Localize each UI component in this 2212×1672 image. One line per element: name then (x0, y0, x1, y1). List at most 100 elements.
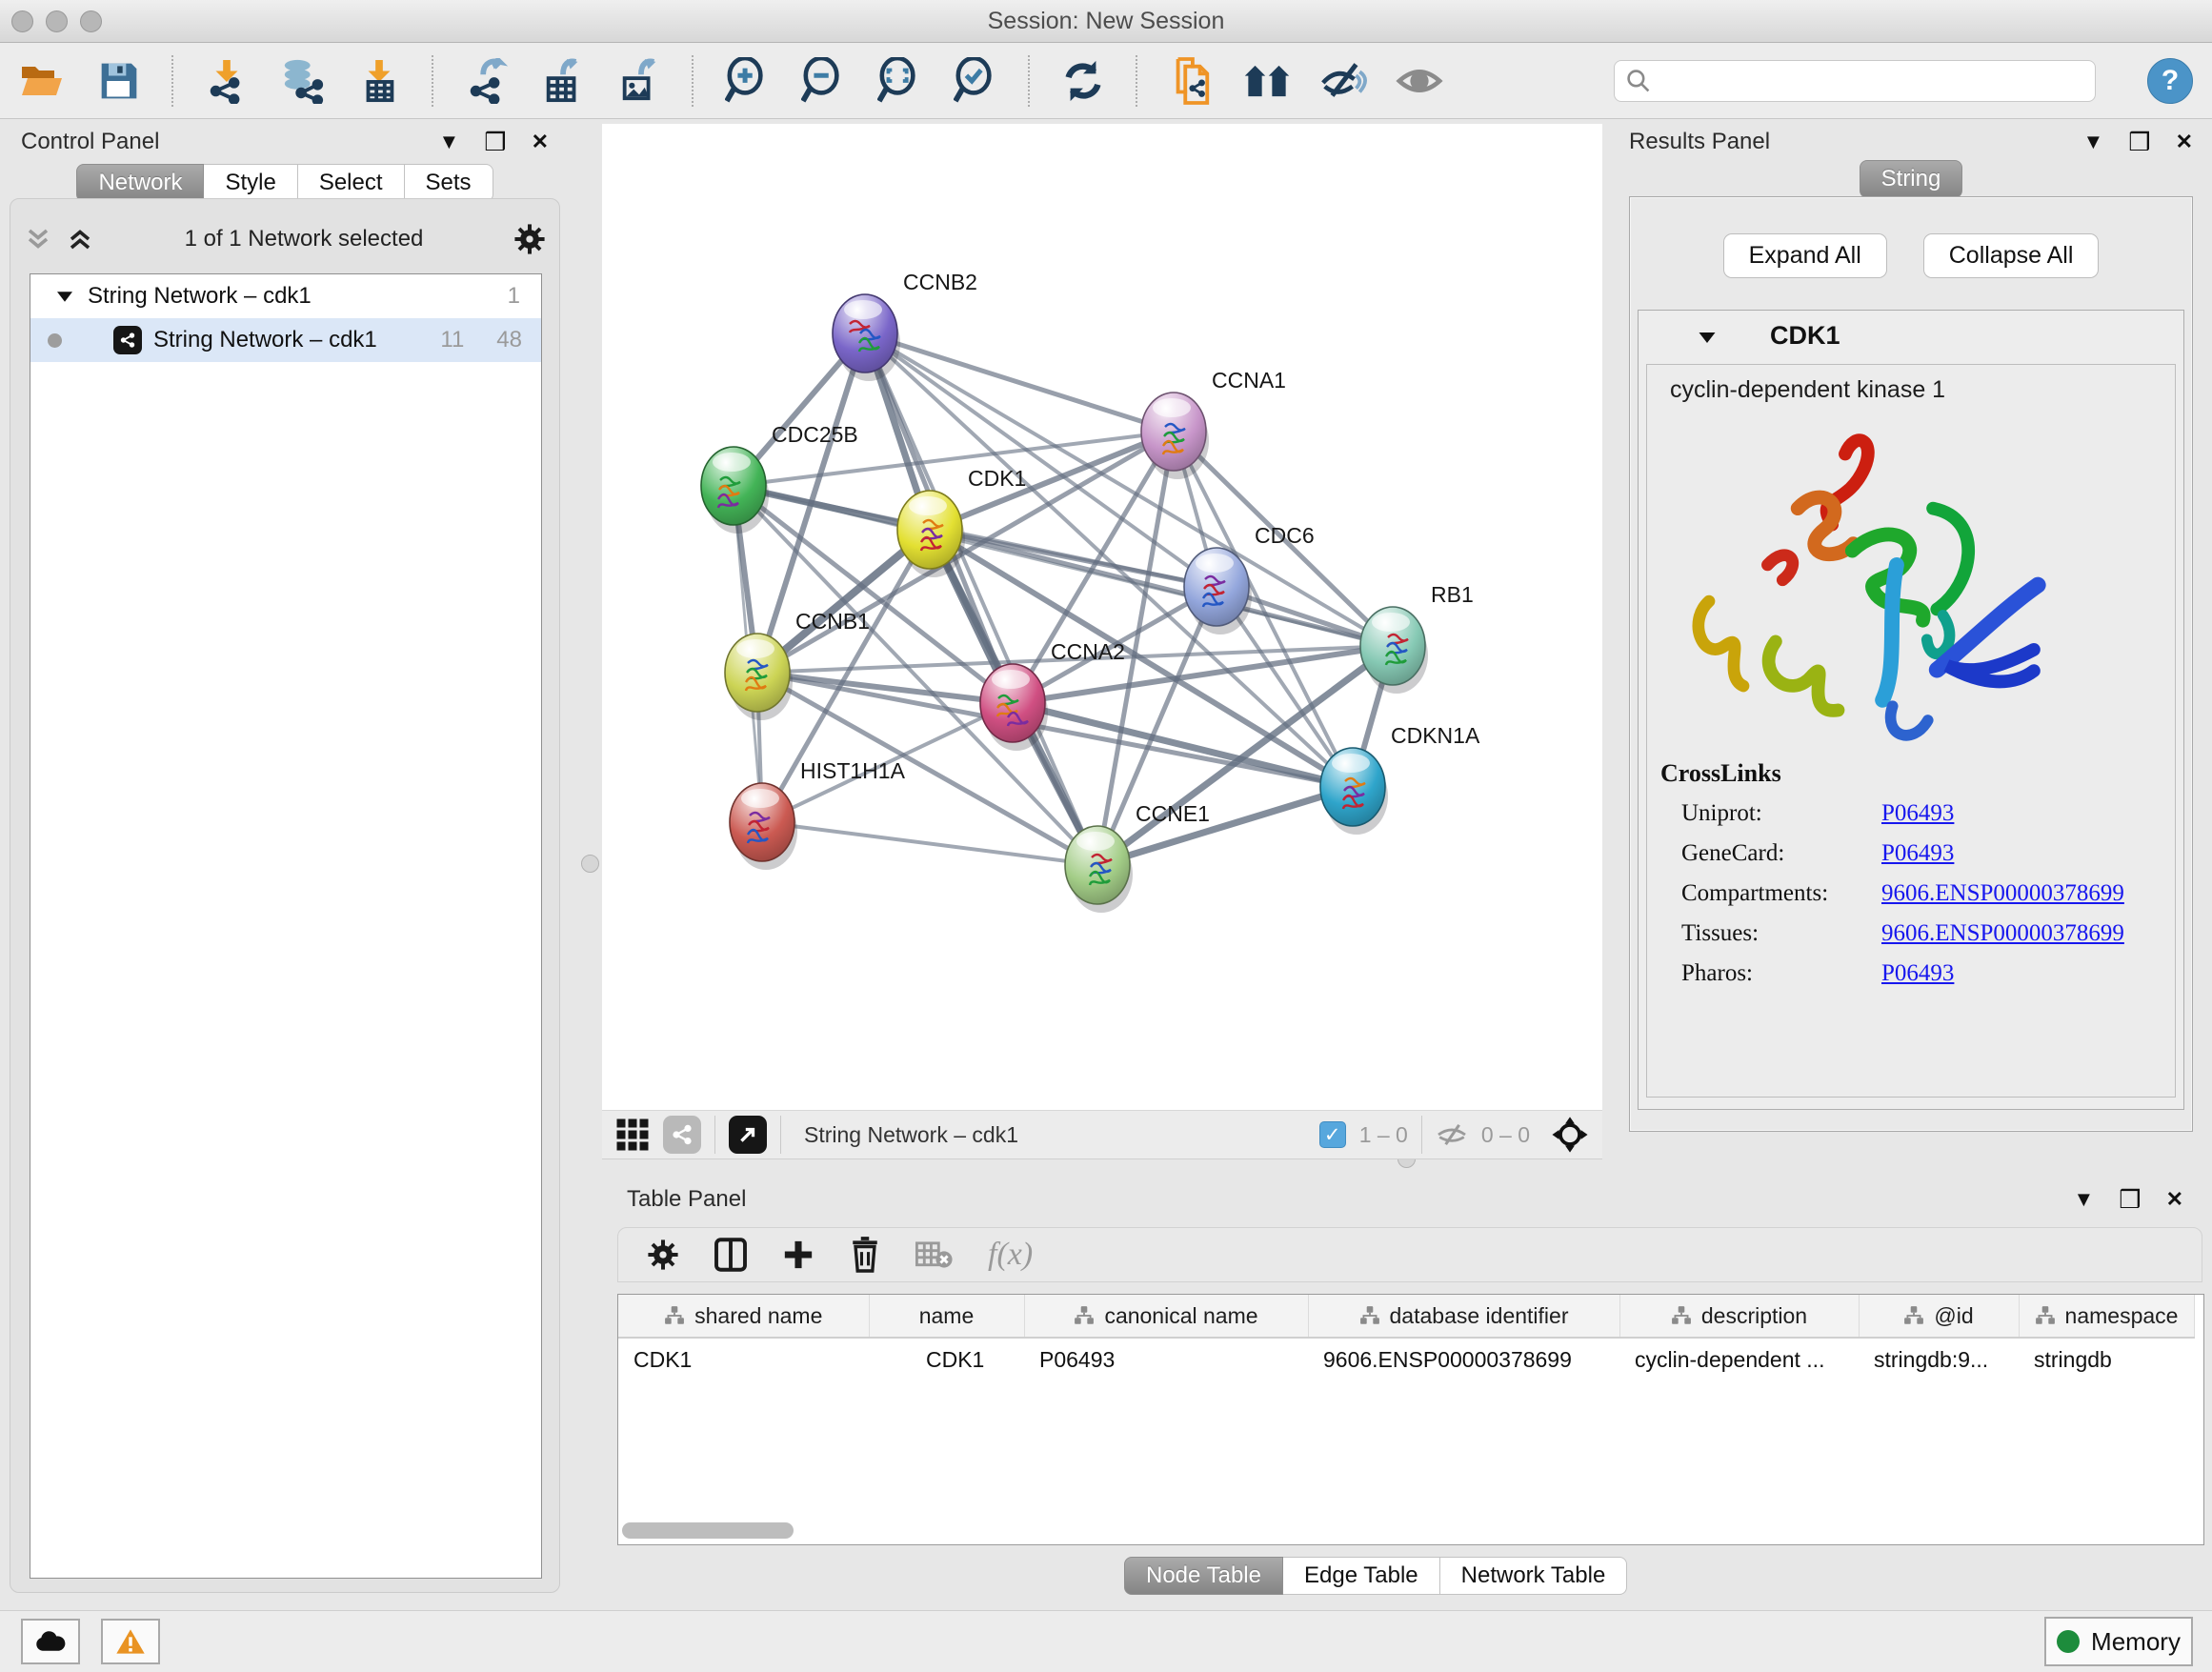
panel-close-icon[interactable]: ✕ (2166, 1189, 2183, 1210)
network-view-mode-icon[interactable] (663, 1116, 701, 1154)
expand-all-button[interactable]: Expand All (1723, 233, 1887, 278)
export-table-icon[interactable] (539, 57, 587, 105)
panel-float-icon[interactable]: ❒ (2119, 1187, 2141, 1212)
panel-menu-icon[interactable]: ▼ (438, 131, 459, 152)
tab-string[interactable]: String (1860, 160, 1963, 198)
network-canvas[interactable]: CCNB2CCNA1CDC25BCDK1CDC6RB1CCNB1CCNA2CDK… (602, 124, 1602, 1110)
export-network-icon[interactable] (463, 57, 511, 105)
cell-namespace[interactable]: stringdb (2019, 1338, 2194, 1380)
birds-eye-navigator-icon[interactable] (1551, 1116, 1589, 1154)
help-button[interactable]: ? (2147, 58, 2193, 104)
hidden-eye-icon[interactable] (1436, 1121, 1468, 1148)
column-header[interactable]: canonical name (1024, 1295, 1308, 1338)
crosslink-link[interactable]: 9606.ENSP00000378699 (1881, 880, 2124, 907)
delete-column-trash-icon[interactable] (849, 1237, 881, 1273)
grid-view-icon[interactable] (615, 1118, 650, 1152)
network-node-CDC25B[interactable]: CDC25B (701, 422, 858, 534)
tab-network[interactable]: Network (76, 164, 204, 202)
panel-menu-icon[interactable]: ▼ (2082, 131, 2103, 152)
show-columns-icon[interactable] (714, 1237, 748, 1273)
collection-expander-icon[interactable] (57, 292, 72, 301)
status-bar: Memory (0, 1610, 2212, 1672)
column-header[interactable]: name (869, 1295, 1024, 1338)
search-input[interactable] (1614, 60, 2096, 102)
panel-close-icon[interactable]: ✕ (2176, 131, 2193, 152)
refresh-view-icon[interactable] (1059, 57, 1107, 105)
crosslink-link[interactable]: P06493 (1881, 840, 1954, 867)
create-column-plus-icon[interactable] (782, 1239, 814, 1271)
network-edge-CCNE1-CDKN1A[interactable] (1097, 787, 1353, 865)
vertical-splitter-grip[interactable] (581, 855, 599, 873)
column-header[interactable]: shared name (618, 1295, 869, 1338)
panel-float-icon[interactable]: ❒ (484, 130, 506, 154)
column-header[interactable]: database identifier (1308, 1295, 1619, 1338)
table-options-gear-icon[interactable] (647, 1239, 679, 1271)
gear-icon[interactable] (513, 223, 546, 255)
cell-database-identifier[interactable]: 9606.ENSP00000378699 (1308, 1338, 1619, 1380)
eye-icon[interactable] (1396, 57, 1443, 105)
tab-style[interactable]: Style (204, 164, 297, 202)
warnings-button[interactable] (101, 1619, 160, 1664)
node-label-CCNB1: CCNB1 (795, 609, 870, 634)
column-header[interactable]: namespace (2019, 1295, 2194, 1338)
zoom-in-icon[interactable] (723, 57, 771, 105)
column-header[interactable]: @id (1859, 1295, 2019, 1338)
network-edge-CCNB2-CCNE1[interactable] (865, 333, 1097, 865)
cloud-button[interactable] (21, 1619, 80, 1664)
horizontal-scrollbar-thumb[interactable] (622, 1522, 794, 1539)
import-network-from-database-icon[interactable] (279, 57, 327, 105)
table-row[interactable]: CDK1 CDK1 P06493 9606.ENSP00000378699 cy… (618, 1338, 2194, 1380)
memory-button[interactable]: Memory (2044, 1617, 2193, 1666)
crosslink-link[interactable]: 9606.ENSP00000378699 (1881, 920, 2124, 947)
selected-checkbox-icon[interactable]: ✓ (1319, 1121, 1346, 1148)
clone-network-icon[interactable] (1167, 57, 1215, 105)
collapse-all-button[interactable]: Collapse All (1923, 233, 2100, 278)
search-input-field[interactable] (1659, 67, 2083, 95)
gene-expander-icon[interactable] (1699, 332, 1716, 342)
column-header[interactable]: description (1619, 1295, 1859, 1338)
panel-close-icon[interactable]: ✕ (532, 131, 549, 152)
panel-menu-icon[interactable]: ▼ (2073, 1189, 2094, 1210)
function-builder-icon[interactable]: f(x) (988, 1237, 1033, 1273)
network-edge-CCNB2-RB1[interactable] (865, 333, 1393, 646)
network-row-selected[interactable]: String Network – cdk1 11 48 (30, 318, 541, 362)
home-panel-icon[interactable] (1243, 57, 1291, 105)
cell-id[interactable]: stringdb:9... (1859, 1338, 2019, 1380)
network-edge-CCNE1-HIST1H1A[interactable] (762, 822, 1097, 865)
cell-description[interactable]: cyclin-dependent ... (1619, 1338, 1859, 1380)
crosslink-link[interactable]: P06493 (1881, 960, 1954, 987)
tab-edge-table[interactable]: Edge Table (1283, 1557, 1440, 1595)
network-graph[interactable]: CCNB2CCNA1CDC25BCDK1CDC6RB1CCNB1CCNA2CDK… (602, 124, 1602, 1110)
import-network-from-file-icon[interactable] (203, 57, 251, 105)
collapse-all-icon[interactable] (24, 225, 52, 253)
network-collection-row[interactable]: String Network – cdk1 1 (30, 274, 541, 318)
tab-sets[interactable]: Sets (405, 164, 493, 202)
network-node-CCNE1[interactable]: CCNE1 (1065, 801, 1210, 913)
tab-node-table[interactable]: Node Table (1124, 1557, 1283, 1595)
tab-network-table[interactable]: Network Table (1440, 1557, 1628, 1595)
import-table-from-file-icon[interactable] (355, 57, 403, 105)
crosslink-link[interactable]: P06493 (1881, 800, 1954, 827)
expand-all-icon[interactable] (66, 225, 94, 253)
cell-canonical-name[interactable]: P06493 (1024, 1338, 1308, 1380)
cell-name[interactable]: CDK1 (869, 1338, 1024, 1380)
zoom-selected-icon[interactable] (952, 57, 999, 105)
show-hide-graphics-icon[interactable] (1319, 57, 1367, 105)
export-image-icon[interactable] (615, 57, 663, 105)
cell-shared-name[interactable]: CDK1 (618, 1338, 869, 1380)
detach-view-icon[interactable] (729, 1116, 767, 1154)
zoom-fit-icon[interactable] (875, 57, 923, 105)
delete-table-icon[interactable] (915, 1240, 954, 1269)
save-session-icon[interactable] (95, 57, 143, 105)
network-edge-CCNB2-CCNA1[interactable] (865, 333, 1174, 432)
zoom-out-icon[interactable] (799, 57, 847, 105)
toolbar-separator (1136, 55, 1138, 107)
panel-float-icon[interactable]: ❒ (2128, 130, 2150, 154)
tab-select[interactable]: Select (298, 164, 405, 202)
network-node-CDKN1A[interactable]: CDKN1A (1320, 723, 1480, 835)
network-node-HIST1H1A[interactable]: HIST1H1A (730, 758, 906, 870)
open-session-icon[interactable] (19, 57, 67, 105)
network-node-RB1[interactable]: RB1 (1360, 582, 1474, 694)
network-node-CCNA1[interactable]: CCNA1 (1141, 368, 1286, 479)
current-network-dot-icon (48, 333, 62, 348)
